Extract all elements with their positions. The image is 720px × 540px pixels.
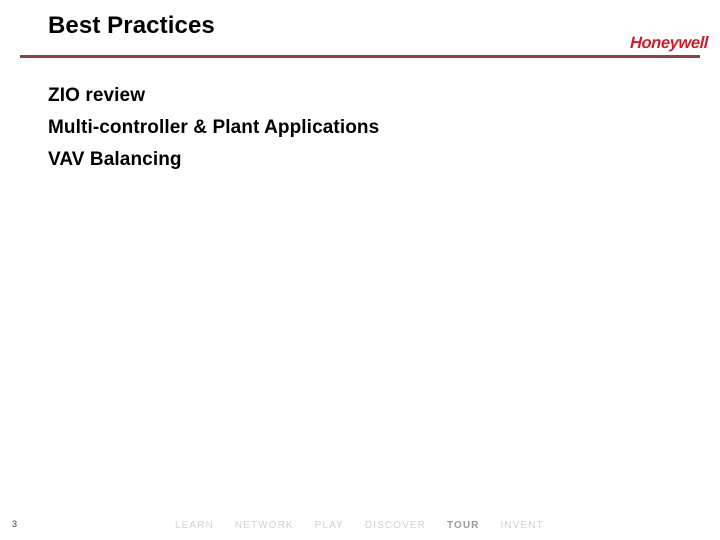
- footer-tagline-word: PLAY: [314, 520, 344, 531]
- honeywell-logo: Honeywell: [612, 34, 709, 53]
- footer-tagline-word: INVENT: [500, 520, 544, 531]
- footer-tagline-word: NETWORK: [234, 520, 294, 531]
- footer-tagline-word: DISCOVER: [364, 520, 426, 531]
- brand-wordmark: Honeywell: [629, 34, 709, 52]
- header-divider: [20, 55, 700, 58]
- page-title: Best Practices: [48, 12, 215, 39]
- footer-tagline: LEARN NETWORK PLAY DISCOVER TOUR INVENT: [175, 520, 575, 532]
- body-line: VAV Balancing: [48, 149, 182, 170]
- presentation-slide: Best Practices Honeywell ZIO review Multi…: [0, 0, 720, 540]
- body-line: ZIO review: [48, 85, 146, 106]
- body-content: ZIO review Multi-controller & Plant Appli…: [48, 80, 668, 176]
- page-number: 3: [12, 519, 18, 529]
- footer-tagline-word: TOUR: [446, 520, 480, 531]
- footer-tagline-word: LEARN: [175, 520, 214, 531]
- body-line: Multi-controller & Plant Applications: [48, 117, 380, 138]
